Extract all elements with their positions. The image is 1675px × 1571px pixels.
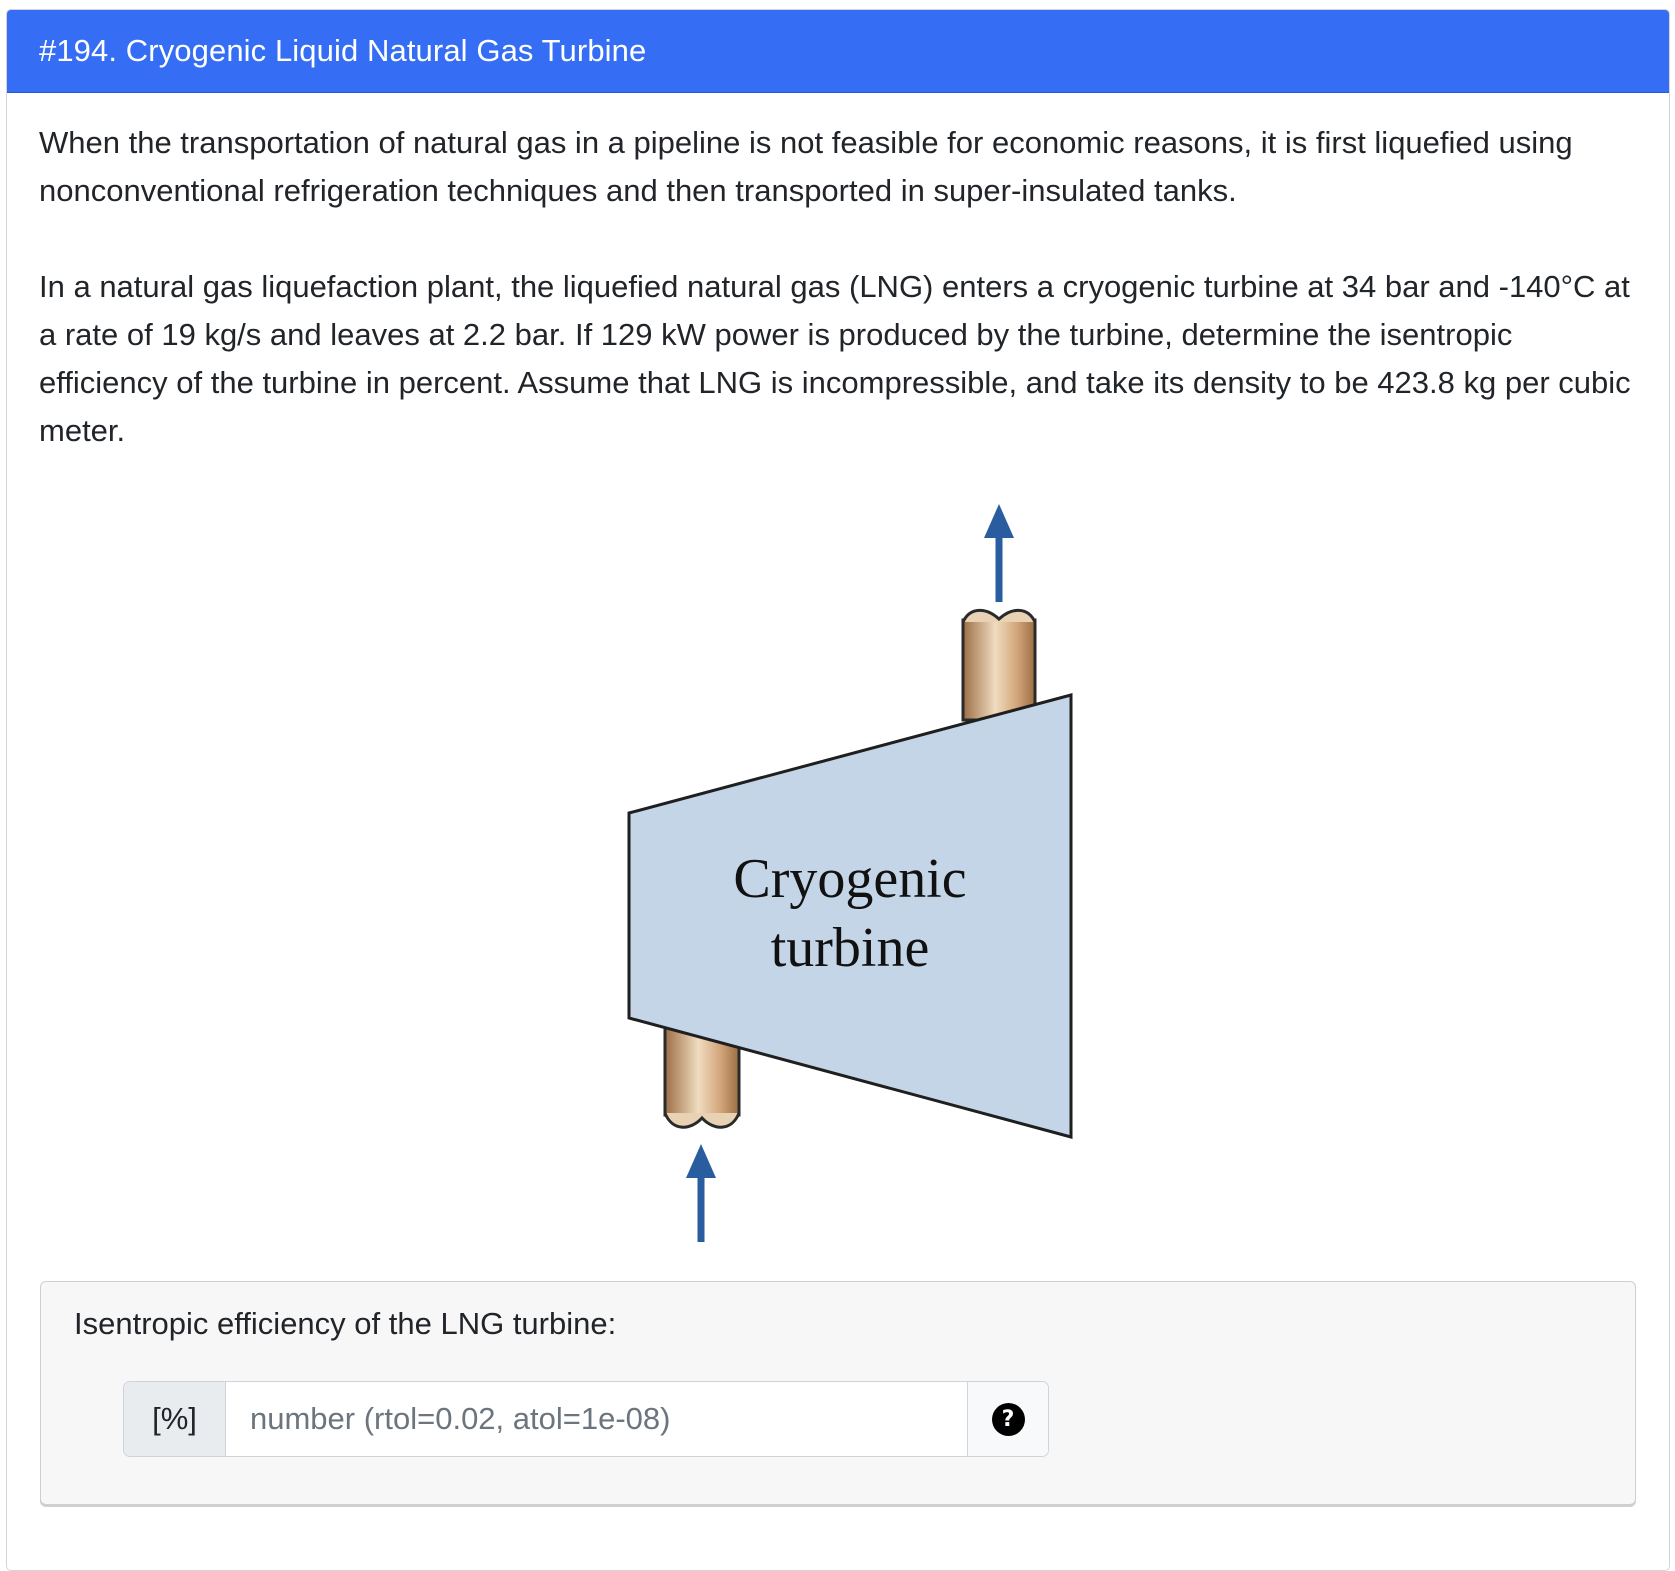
problem-paragraph-2: In a natural gas liquefaction plant, the… [39,269,1631,448]
turbine-figure: Cryogenic turbine [0,490,1675,1250]
help-addon: ? [967,1382,1048,1456]
arrow-up-icon [686,1144,716,1242]
arrow-up-icon [984,504,1014,602]
turbine-label-line-2: turbine [771,917,930,979]
problem-paragraph-1: When the transportation of natural gas i… [39,125,1573,208]
unit-label: [%] [124,1382,226,1456]
help-icon[interactable]: ? [991,1402,1025,1436]
question-title: #194. Cryogenic Liquid Natural Gas Turbi… [39,33,647,68]
answer-input-group: [%] ? [123,1381,1049,1457]
question-body: When the transportation of natural gas i… [7,93,1669,455]
question-header: #194. Cryogenic Liquid Natural Gas Turbi… [7,10,1669,93]
answer-prompt: Isentropic efficiency of the LNG turbine… [74,1306,617,1341]
outlet-pipe [961,608,1037,722]
turbine-diagram: Cryogenic turbine [627,504,1073,1242]
efficiency-input[interactable] [226,1382,967,1456]
answer-panel: Isentropic efficiency of the LNG turbine… [40,1281,1636,1505]
turbine-label-line-1: Cryogenic [733,848,966,910]
